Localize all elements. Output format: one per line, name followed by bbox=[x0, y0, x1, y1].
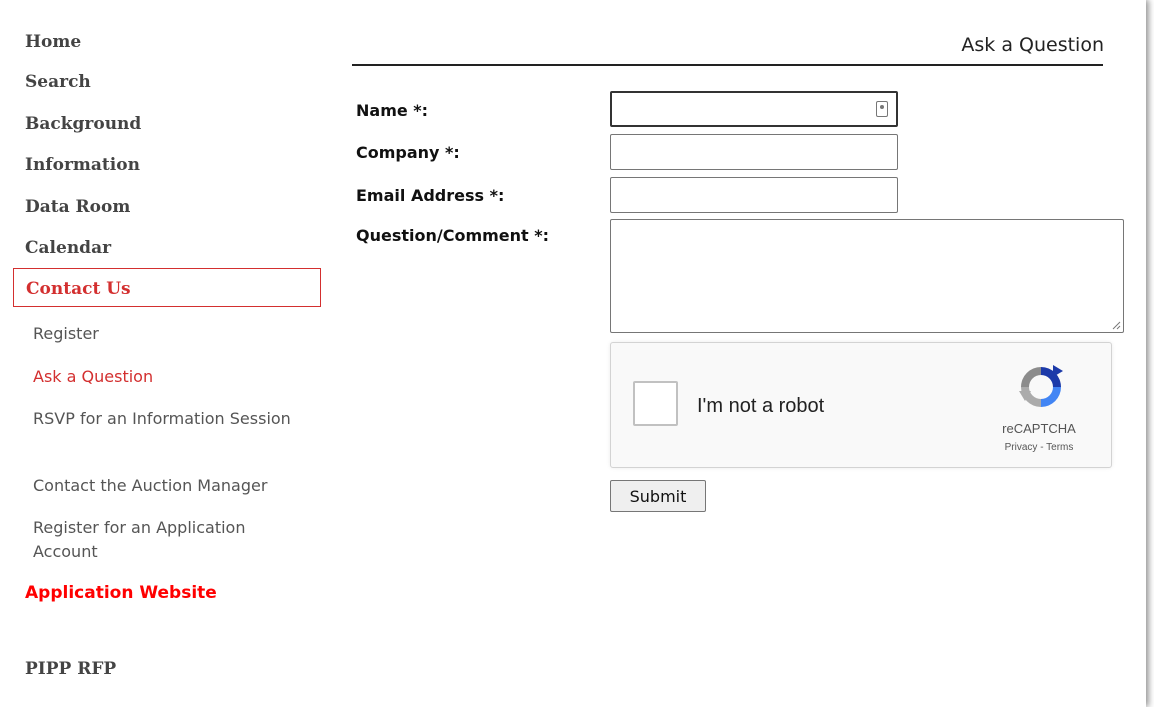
recaptcha-checkbox[interactable] bbox=[633, 381, 678, 426]
page-frame: Home Search Background Information Data … bbox=[0, 0, 1146, 707]
email-field[interactable] bbox=[610, 177, 898, 213]
nav-search[interactable]: Search bbox=[25, 72, 91, 92]
sidebar-nav: Home Search Background Information Data … bbox=[0, 0, 330, 707]
subnav-register[interactable]: Register bbox=[33, 322, 323, 346]
recaptcha-link-separator: - bbox=[1037, 442, 1047, 453]
recaptcha-privacy-link[interactable]: Privacy bbox=[1005, 442, 1038, 453]
nav-contact-us[interactable]: Contact Us bbox=[13, 268, 321, 307]
recaptcha-links: Privacy - Terms bbox=[979, 442, 1099, 453]
nav-application-website[interactable]: Application Website bbox=[25, 583, 217, 603]
name-field[interactable] bbox=[610, 91, 898, 127]
subnav-rsvp-information-session[interactable]: RSVP for an Information Session bbox=[33, 407, 293, 431]
resize-handle-icon[interactable] bbox=[1111, 320, 1121, 330]
question-label: Question/Comment *: bbox=[356, 226, 550, 245]
recaptcha-terms-link[interactable]: Terms bbox=[1046, 442, 1073, 453]
subnav-contact-auction-manager[interactable]: Contact the Auction Manager bbox=[33, 474, 323, 498]
company-field[interactable] bbox=[610, 134, 898, 170]
recaptcha-brand: reCAPTCHA bbox=[1002, 421, 1076, 436]
page-title: Ask a Question bbox=[961, 34, 1104, 56]
nav-contact-us-label: Contact Us bbox=[26, 279, 131, 299]
nav-home[interactable]: Home bbox=[25, 32, 81, 52]
recaptcha-widget: I'm not a robot reCAPTCHA Privacy - Term… bbox=[610, 342, 1112, 468]
nav-pipp-rfp[interactable]: PIPP RFP bbox=[25, 659, 116, 679]
submit-button[interactable]: Submit bbox=[610, 480, 706, 512]
main-content: Ask a Question Name *: Company *: Email … bbox=[350, 0, 1140, 707]
title-divider bbox=[352, 64, 1103, 66]
contact-card-icon[interactable] bbox=[876, 101, 888, 117]
subnav-ask-a-question[interactable]: Ask a Question bbox=[33, 365, 323, 389]
nav-data-room[interactable]: Data Room bbox=[25, 197, 130, 217]
subnav-register-application-account[interactable]: Register for an Application Account bbox=[33, 516, 303, 564]
name-label: Name *: bbox=[356, 101, 429, 120]
company-label: Company *: bbox=[356, 143, 460, 162]
email-label: Email Address *: bbox=[356, 186, 505, 205]
question-textarea[interactable] bbox=[610, 219, 1124, 333]
nav-calendar[interactable]: Calendar bbox=[25, 238, 111, 258]
nav-information[interactable]: Information bbox=[25, 155, 140, 175]
nav-background[interactable]: Background bbox=[25, 114, 141, 134]
recaptcha-logo-icon bbox=[1019, 365, 1063, 407]
recaptcha-checkbox-label: I'm not a robot bbox=[697, 395, 825, 417]
